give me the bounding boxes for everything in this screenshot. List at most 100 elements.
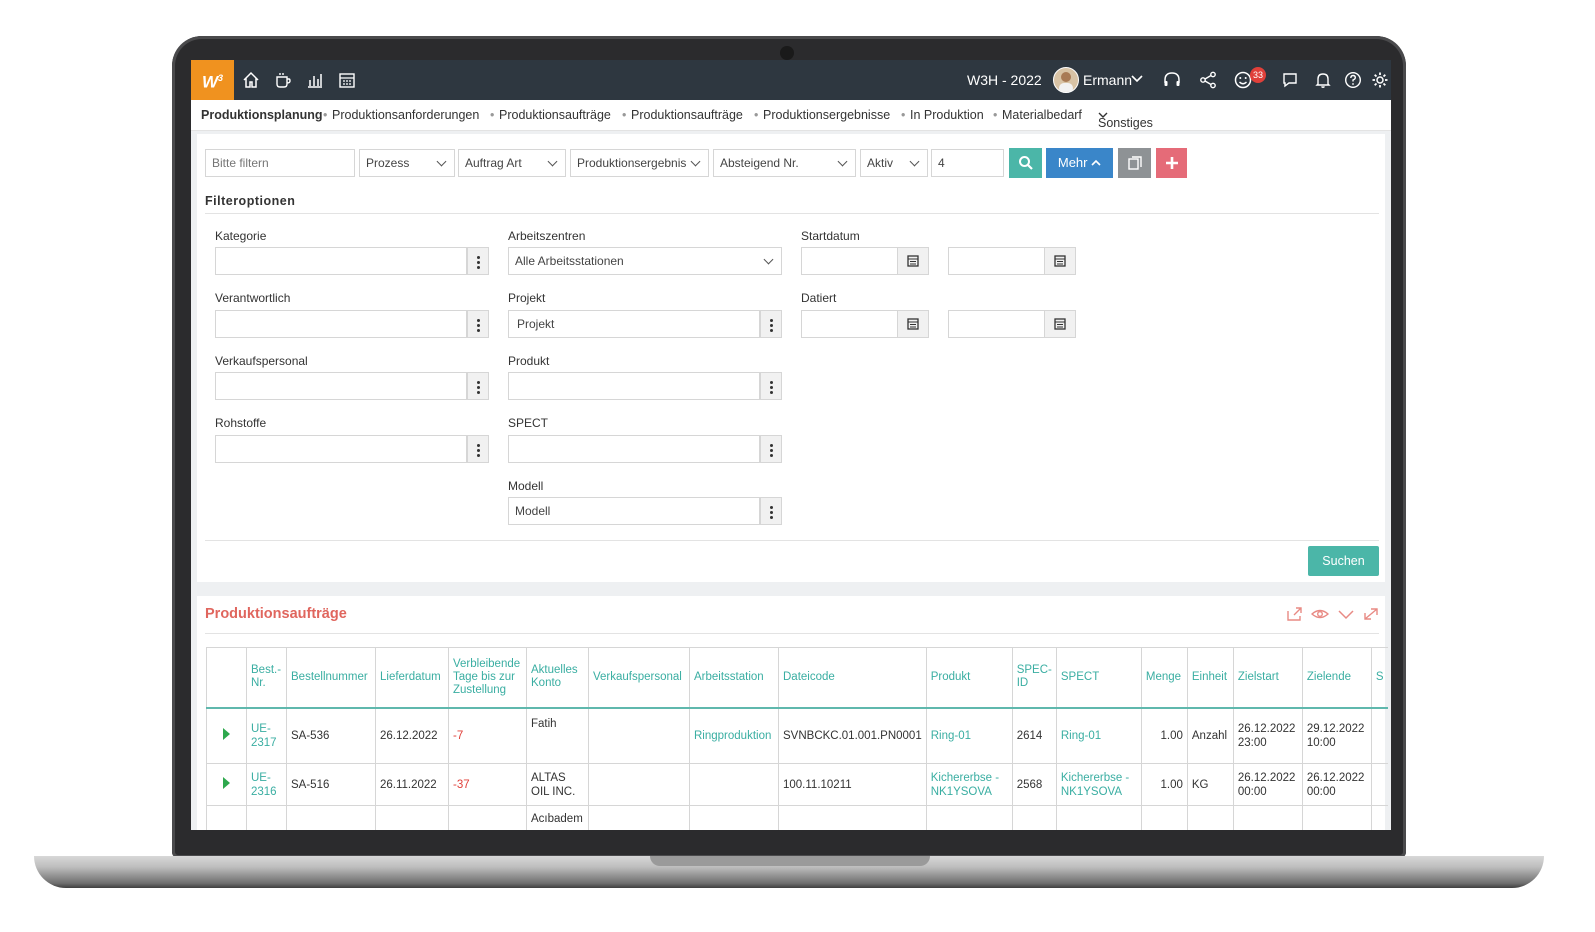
cell-specid: 2568	[1011, 763, 1057, 806]
rohstoffe-more-icon[interactable]	[467, 435, 489, 463]
mehr-button[interactable]: Mehr	[1046, 148, 1113, 178]
help-icon[interactable]	[1343, 70, 1363, 90]
divider	[205, 213, 1379, 214]
add-button[interactable]	[1156, 148, 1187, 178]
nav-item-produktionsanforderungen[interactable]: Produktionsanforderungen	[332, 108, 479, 122]
projekt-input[interactable]: Projekt	[508, 310, 760, 338]
notification-badge[interactable]: 33	[1250, 67, 1266, 83]
share-icon[interactable]	[1198, 70, 1218, 90]
cell-produkt[interactable]: Kichererbse - NK1YSOVA	[925, 763, 1013, 806]
startdatum-from-input[interactable]	[801, 247, 898, 275]
user-name[interactable]: Ermann	[1083, 72, 1132, 88]
headset-icon[interactable]	[1162, 70, 1182, 90]
table-header[interactable]: Einheit	[1186, 647, 1234, 709]
table-header[interactable]: Bestellnummer	[286, 647, 376, 709]
nav-item-materialbedarf[interactable]: Materialbedarf	[1002, 108, 1082, 122]
projekt-more-icon[interactable]	[760, 310, 782, 338]
verkaufspersonal-more-icon[interactable]	[467, 372, 489, 400]
row-expand-icon[interactable]	[206, 707, 247, 764]
prozess-select[interactable]: Prozess	[359, 149, 455, 177]
company-label[interactable]: W3H - 2022	[967, 72, 1042, 88]
search-button[interactable]	[1009, 148, 1042, 178]
chat-icon[interactable]	[1280, 70, 1300, 90]
calendar-icon[interactable]	[897, 310, 929, 338]
nav-item-produktionsauftraege-1[interactable]: Produktionsaufträge	[499, 108, 611, 122]
table-header[interactable]: Aktuelles Konto	[526, 647, 589, 709]
cell-station[interactable]	[689, 763, 779, 806]
verantwortlich-more-icon[interactable]	[467, 310, 489, 338]
cell-spect[interactable]: Ring-01	[1055, 707, 1142, 764]
datiert-from-input[interactable]	[801, 310, 898, 338]
table-header[interactable]: Arbeitsstation	[689, 647, 779, 709]
nav-separator: •	[490, 108, 495, 122]
cell-station[interactable]: Ringproduktion	[689, 707, 779, 764]
collapse-chevron-icon[interactable]	[1337, 606, 1355, 622]
cell-nr[interactable]: UE-2317	[246, 707, 287, 764]
kategorie-input[interactable]	[215, 247, 467, 275]
table-header[interactable]: Verbleibende Tage bis zur Zustellung	[448, 647, 527, 709]
rohstoffe-input[interactable]	[215, 435, 467, 463]
table-header[interactable]: S	[1370, 647, 1388, 709]
expand-icon[interactable]	[1362, 606, 1380, 622]
nav-item-produktionsplanung[interactable]: Produktionsplanung	[201, 108, 323, 122]
copy-button[interactable]	[1118, 148, 1151, 178]
gear-icon[interactable]	[1370, 70, 1390, 90]
table-header[interactable]: SPECT	[1055, 647, 1142, 709]
export-icon[interactable]	[1286, 606, 1304, 622]
table-header[interactable]: Zielstart	[1232, 647, 1303, 709]
cell-produkt[interactable]: Ring-01	[925, 707, 1013, 764]
calendar-icon[interactable]	[1044, 247, 1076, 275]
search-input[interactable]	[205, 149, 355, 177]
app-logo[interactable]: W3	[191, 60, 234, 100]
table-header[interactable]: Verkaufspersonal	[588, 647, 690, 709]
cell-s	[1370, 763, 1388, 806]
auftrag-art-select[interactable]: Auftrag Art	[458, 149, 566, 177]
calendar-icon[interactable]	[1044, 310, 1076, 338]
table-header[interactable]: Lieferdatum	[375, 647, 449, 709]
modell-input[interactable]: Modell	[508, 497, 760, 525]
verkaufspersonal-input[interactable]	[215, 372, 467, 400]
row-expand-icon[interactable]	[206, 763, 247, 806]
cell-spect[interactable]: Kichererbse - NK1YSOVA	[1055, 763, 1142, 806]
chart-icon[interactable]	[305, 70, 325, 90]
cell-einheit: KG	[1186, 763, 1234, 806]
verantwortlich-input[interactable]	[215, 310, 467, 338]
table-header[interactable]: SPEC-ID	[1011, 647, 1057, 709]
arbeitszentren-select[interactable]: Alle Arbeitsstationen	[508, 247, 782, 275]
suchen-button[interactable]: Suchen	[1308, 546, 1379, 576]
modell-more-icon[interactable]	[760, 497, 782, 525]
produkt-more-icon[interactable]	[760, 372, 782, 400]
calendar-icon[interactable]	[897, 247, 929, 275]
chevron-down-icon[interactable]	[1130, 72, 1144, 86]
calendar-icon[interactable]	[337, 70, 357, 90]
sort-select[interactable]: Absteigend Nr.	[713, 149, 856, 177]
table-row[interactable]: UE-2316 SA-516 26.11.2022 -37 ALTAS OIL …	[206, 763, 1388, 806]
cell-nr[interactable]: UE-2316	[246, 763, 287, 806]
coffee-icon[interactable]	[273, 70, 293, 90]
produktionsergebnis-select[interactable]: Produktionsergebnis	[570, 149, 709, 177]
table-header[interactable]: Produkt	[925, 647, 1013, 709]
table-header[interactable]: Dateicode	[778, 647, 927, 709]
table-row[interactable]: UE-2317 SA-536 26.12.2022 -7 Fatih Ringp…	[206, 707, 1388, 764]
user-avatar[interactable]	[1053, 67, 1079, 93]
table-header[interactable]: Menge	[1140, 647, 1188, 709]
eye-icon[interactable]	[1311, 606, 1329, 622]
table-header[interactable]: Best.-Nr.	[246, 647, 287, 709]
nav-item-in-produktion[interactable]: In Produktion	[910, 108, 984, 122]
bell-icon[interactable]	[1313, 70, 1333, 90]
kategorie-more-icon[interactable]	[467, 247, 489, 275]
table-row[interactable]: Acıbadem	[206, 805, 1388, 830]
status-select[interactable]: Aktiv	[860, 149, 928, 177]
count-input[interactable]: 4	[931, 149, 1004, 177]
spect-more-icon[interactable]	[760, 435, 782, 463]
nav-item-produktionsauftraege-2[interactable]: Produktionsaufträge	[631, 108, 743, 122]
nav-item-sonstiges[interactable]: Sonstiges	[1098, 108, 1153, 130]
nav-item-produktionsergebnisse[interactable]: Produktionsergebnisse	[763, 108, 890, 122]
divider	[205, 633, 1379, 634]
spect-input[interactable]	[508, 435, 760, 463]
home-icon[interactable]	[241, 70, 261, 90]
startdatum-to-input[interactable]	[948, 247, 1045, 275]
table-header[interactable]: Zielende	[1301, 647, 1372, 709]
produkt-input[interactable]	[508, 372, 760, 400]
datiert-to-input[interactable]	[948, 310, 1045, 338]
